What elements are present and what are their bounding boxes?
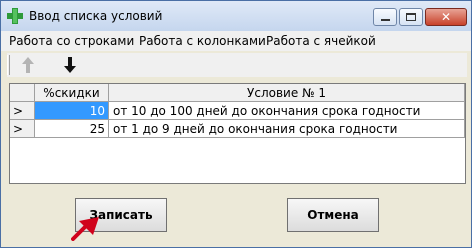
cancel-button[interactable]: Отмена <box>287 198 379 232</box>
minimize-button[interactable] <box>373 8 397 26</box>
toolbar-grip <box>7 55 10 75</box>
menu-columns[interactable]: Работа с колонками <box>139 34 266 48</box>
maximize-button[interactable] <box>399 8 423 26</box>
conditions-grid[interactable]: %скидки Условие № 1 > 10 от 10 до 100 дн… <box>9 83 466 184</box>
menu-cell[interactable]: Работа с ячейкой <box>266 34 376 48</box>
row-indicator[interactable]: > <box>10 102 35 120</box>
discount-cell-selected[interactable]: 10 <box>35 102 109 120</box>
close-button[interactable]: ✕ <box>425 8 467 26</box>
move-up-button[interactable] <box>17 55 39 75</box>
row-indicator[interactable]: > <box>10 120 35 138</box>
discount-cell[interactable]: 25 <box>35 120 109 138</box>
grid-corner-cell <box>10 84 35 102</box>
dialog-window: Ввод списка условий ✕ Работа со строками… <box>0 0 472 248</box>
close-icon: ✕ <box>440 10 452 24</box>
menu-rows[interactable]: Работа со строками <box>9 34 134 48</box>
window-title: Ввод списка условий <box>29 9 163 23</box>
condition-cell[interactable]: от 1 до 9 дней до окончания срока годнос… <box>109 120 465 138</box>
toolbar <box>7 53 467 77</box>
menu-bar: Работа со строками Работа с колонками Ра… <box>1 31 471 51</box>
pointer-arrow-icon <box>71 217 99 241</box>
title-bar[interactable]: Ввод списка условий ✕ <box>1 1 471 32</box>
condition-cell[interactable]: от 10 до 100 дней до окончания срока год… <box>109 102 465 120</box>
move-down-button[interactable] <box>59 55 81 75</box>
minimize-icon <box>381 19 390 21</box>
header-discount[interactable]: %скидки <box>35 84 109 102</box>
arrow-down-icon <box>64 57 76 73</box>
maximize-icon <box>406 13 416 21</box>
app-icon <box>7 8 23 24</box>
arrow-up-icon <box>22 57 34 73</box>
header-condition[interactable]: Условие № 1 <box>109 84 465 102</box>
